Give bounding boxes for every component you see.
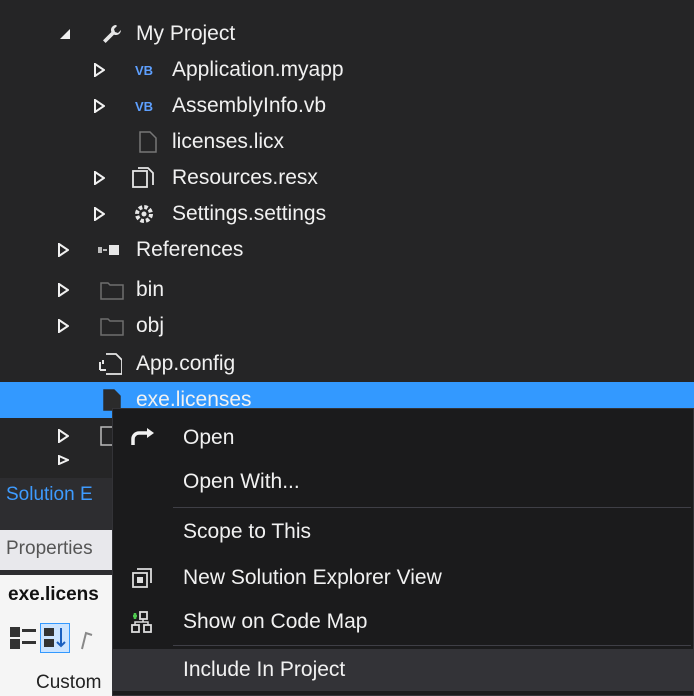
menu-item-open[interactable]: Open — [113, 417, 693, 459]
new-window-icon — [127, 563, 157, 593]
folder-icon — [100, 278, 124, 302]
tree-item-obj[interactable]: obj — [0, 308, 694, 344]
tree-item-label: References — [136, 238, 244, 261]
expand-arrow-icon[interactable] — [92, 206, 106, 222]
expand-arrow-icon[interactable] — [92, 62, 106, 78]
code-map-icon — [127, 607, 157, 637]
alphabetical-icon[interactable] — [40, 623, 70, 653]
tree-item-resources-resx[interactable]: Resources.resx — [0, 160, 694, 196]
context-menu: Open Open With... Scope to This New Solu… — [112, 408, 694, 696]
property-row-label: Custom — [36, 672, 102, 693]
tree-item-label: bin — [136, 278, 165, 301]
tree-item-label: Resources.resx — [172, 166, 318, 189]
menu-item-open-with[interactable]: Open With... — [113, 461, 693, 503]
tree-item-label: Settings.settings — [172, 202, 327, 225]
menu-separator — [173, 645, 691, 646]
tree-item-label: licenses.licx — [172, 130, 285, 153]
vb-file-icon: VB — [134, 98, 154, 114]
menu-separator — [173, 507, 691, 508]
tree-item-app-config[interactable]: App.config — [0, 346, 694, 382]
properties-title: Properties — [6, 538, 93, 559]
expand-arrow-icon[interactable] — [56, 242, 70, 258]
tree-item-licenses-licx[interactable]: licenses.licx — [0, 124, 694, 160]
menu-item-scope-to-this[interactable]: Scope to This — [113, 511, 693, 553]
references-icon — [98, 238, 122, 262]
wrench-icon — [100, 22, 124, 46]
expand-arrow-icon[interactable] — [56, 318, 70, 334]
gear-icon — [132, 202, 156, 226]
menu-item-show-on-code-map[interactable]: Show on Code Map — [113, 601, 693, 643]
tree-item-my-project[interactable]: My Project — [0, 16, 694, 52]
tree-item-label: AssemblyInfo.vb — [172, 94, 327, 117]
tree-item-bin[interactable]: bin — [0, 272, 694, 308]
categorized-icon[interactable] — [8, 625, 38, 656]
vb-file-icon: VB — [134, 62, 154, 78]
redo-arrow-icon — [127, 423, 157, 453]
expand-arrow-icon[interactable] — [56, 452, 70, 468]
properties-object-name: exe.licens — [8, 584, 99, 605]
expand-arrow-icon[interactable] — [56, 428, 70, 444]
expand-arrow-icon[interactable] — [56, 282, 70, 298]
tree-item-label: App.config — [136, 352, 236, 375]
tree-item-references[interactable]: References — [0, 232, 694, 268]
tree-item-assemblyinfo[interactable]: VB AssemblyInfo.vb — [0, 88, 694, 124]
tree-item-application-myapp[interactable]: VB Application.myapp — [0, 52, 694, 88]
tree-item-settings[interactable]: Settings.settings — [0, 196, 694, 232]
resource-file-icon — [132, 166, 156, 190]
menu-item-include-in-project[interactable]: Include In Project — [113, 649, 693, 691]
file-icon — [136, 130, 160, 154]
tree-item-label: My Project — [136, 22, 236, 45]
tree-item-label: Application.myapp — [172, 58, 344, 81]
expand-arrow-icon[interactable] — [92, 170, 106, 186]
tree-item-label: obj — [136, 314, 165, 337]
expand-arrow-icon[interactable] — [92, 98, 106, 114]
folder-icon — [100, 314, 124, 338]
property-pages-icon[interactable] — [78, 629, 98, 656]
config-file-icon — [98, 352, 122, 376]
menu-item-new-solution-explorer-view[interactable]: New Solution Explorer View — [113, 557, 693, 599]
collapse-arrow-icon[interactable] — [58, 26, 72, 42]
